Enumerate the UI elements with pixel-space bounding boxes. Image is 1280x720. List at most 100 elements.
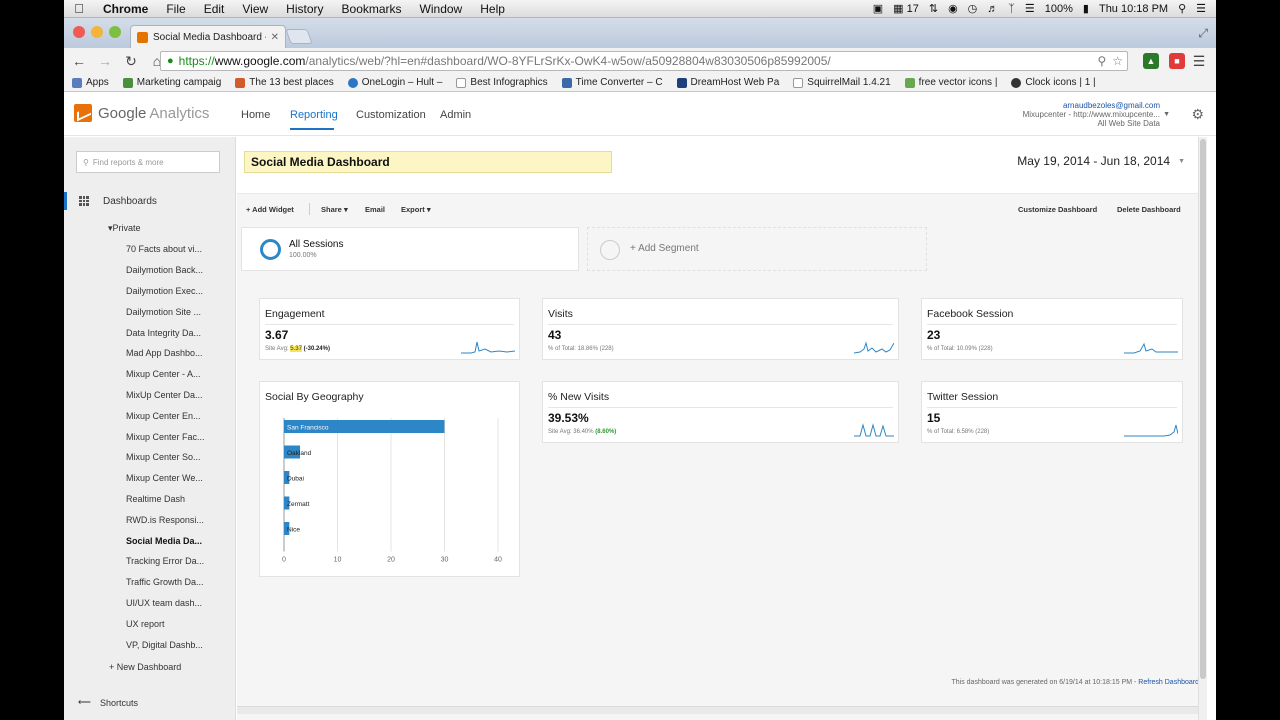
sidebar-dashboard-item[interactable]: Data Integrity Da... [126,322,236,343]
battery-level[interactable]: 100% [1045,3,1073,15]
nav-home[interactable]: Home [241,109,270,121]
sidebar-dashboard-item[interactable]: Mixup Center We... [126,468,236,489]
sidebar-dashboard-item[interactable]: Mad App Dashbo... [126,343,236,364]
bookmark-item[interactable]: Best Infographics [456,77,548,88]
nav-customization[interactable]: Customization [356,109,426,121]
find-reports-input[interactable]: ⚲ Find reports & more [76,151,220,173]
browser-tab-active[interactable]: Social Media Dashboard - ✕ [130,25,286,48]
search-icon[interactable]: ⚲ [1097,54,1106,68]
dashboard-title-input[interactable]: Social Media Dashboard [244,151,612,173]
sidebar-section-shortcuts[interactable]: ⟵ Shortcuts [64,697,236,708]
menu-file[interactable]: File [157,2,194,16]
widget-twitter-session[interactable]: Twitter Session 15 % of Total: 6.58% (22… [921,381,1183,443]
segment-all-sessions[interactable]: All Sessions 100.00% [241,227,579,271]
bookmark-item[interactable]: Marketing campaig [122,77,221,88]
bookmark-item[interactable]: DreamHost Web Pa [676,77,779,88]
menu-bookmarks[interactable]: Bookmarks [333,2,411,16]
window-close-button[interactable] [73,26,85,38]
apple-icon[interactable]:  [64,1,94,16]
sidebar-dashboard-item[interactable]: Mixup Center Fac... [126,426,236,447]
window-zoom-button[interactable] [109,26,121,38]
window-minimize-button[interactable] [91,26,103,38]
sidebar-dashboard-item[interactable]: UI/UX team dash... [126,593,236,614]
signal-icon[interactable]: ⇅ [929,2,938,15]
battery-icon[interactable]: ▮ [1083,2,1089,15]
new-tab-button[interactable] [285,29,313,44]
notification-icon[interactable]: ◉ [948,2,958,15]
add-widget-button[interactable]: + Add Widget [246,205,294,214]
sidebar-dashboard-item[interactable]: 70 Facts about vi... [126,239,236,260]
screen-icon[interactable]: ▣ [873,2,883,15]
spotlight-search-icon[interactable]: ⚲ [1178,2,1186,15]
bluetooth-icon[interactable]: ᛉ [1008,3,1015,15]
bookmark-item[interactable]: Clock icons | 1 | [1011,77,1096,88]
email-button[interactable]: Email [365,205,385,214]
menu-view[interactable]: View [233,2,277,16]
chrome-menu-icon[interactable]: ☰ [1190,53,1208,70]
forward-arrow-icon[interactable]: → [96,53,114,69]
bookmark-item[interactable]: The 13 best places [235,77,334,88]
menu-help[interactable]: Help [471,2,514,16]
tab-close-icon[interactable]: ✕ [271,32,279,43]
extension-red-icon[interactable]: ■ [1169,53,1185,69]
sidebar-group-private[interactable]: ▾Private [108,223,141,234]
sidebar-dashboard-item[interactable]: Social Media Da... [126,530,236,551]
sidebar-dashboard-item[interactable]: Realtime Dash [126,489,236,510]
bookmark-item[interactable]: SquirrelMail 1.4.21 [793,77,891,88]
calendar-icon[interactable]: ▦ 17 [893,2,919,15]
wifi-icon[interactable]: ☰ [1025,2,1035,15]
sidebar-dashboard-item[interactable]: Mixup Center - A... [126,364,236,385]
menu-history[interactable]: History [277,2,332,16]
sidebar-dashboard-item[interactable]: RWD.is Responsi... [126,509,236,530]
address-bar[interactable]: ● https://www.google.com/analytics/web/?… [160,51,1128,71]
date-range-picker[interactable]: May 19, 2014 - Jun 18, 2014 ▼ [1017,154,1185,168]
bookmark-item[interactable]: Time Converter – C [561,77,663,88]
fullscreen-icon[interactable]: ⤢ [1198,26,1208,41]
vertical-scrollbar[interactable] [1198,137,1207,720]
horizontal-scrollbar[interactable] [237,706,1207,714]
clock[interactable]: Thu 10:18 PM [1099,3,1168,15]
sidebar-dashboard-item[interactable]: MixUp Center Da... [126,385,236,406]
bookmark-star-icon[interactable]: ☆ [1112,54,1123,68]
sidebar-dashboard-item[interactable]: Traffic Growth Da... [126,572,236,593]
bookmark-item[interactable]: OneLogin – Hult – [347,77,442,88]
sidebar-dashboard-item[interactable]: Mixup Center En... [126,405,236,426]
notification-center-icon[interactable]: ☰ [1196,2,1206,15]
refresh-dashboard-link[interactable]: Refresh Dashboard [1138,679,1199,686]
bookmark-item[interactable]: free vector icons | [904,77,997,88]
nav-admin[interactable]: Admin [440,109,471,121]
widget-facebook-session[interactable]: Facebook Session 23 % of Total: 10.09% (… [921,298,1183,360]
add-segment-button[interactable]: + Add Segment [587,227,927,271]
gear-icon[interactable]: ⚙ [1191,106,1204,123]
nav-reporting[interactable]: Reporting [290,109,338,121]
volume-icon[interactable]: ♬ [987,3,998,15]
sidebar-dashboard-item[interactable]: Dailymotion Site ... [126,301,236,322]
account-switcher[interactable]: arnaudbezoles@gmail.com Mixupcenter - ht… [1023,101,1170,128]
sidebar-dashboard-item[interactable]: Mixup Center So... [126,447,236,468]
scrollbar-thumb[interactable] [1200,139,1206,679]
customize-dashboard-button[interactable]: Customize Dashboard [1018,205,1097,214]
timer-icon[interactable]: ◷ [968,2,978,15]
sidebar-dashboard-item[interactable]: Dailymotion Back... [126,260,236,281]
widget-new-visits[interactable]: % New Visits 39.53% Site Avg: 36.40% (8.… [542,381,899,443]
sidebar-section-dashboards[interactable]: Dashboards [64,192,236,210]
share-button[interactable]: Share ▾ [321,205,348,214]
widget-visits[interactable]: Visits 43 % of Total: 18.86% (228) [542,298,899,360]
menu-window[interactable]: Window [411,2,472,16]
new-dashboard-link[interactable]: + New Dashboard [109,662,181,672]
sidebar-dashboard-item[interactable]: VP, Digital Dashb... [126,634,236,655]
sidebar-dashboard-item[interactable]: Tracking Error Da... [126,551,236,572]
export-button[interactable]: Export ▾ [401,205,431,214]
widget-social-by-geography[interactable]: Social By Geography 0 10 20 30 40 San Francis… [259,381,520,577]
widget-engagement[interactable]: Engagement 3.67 Site Avg: 5.37 (-30.24%) [259,298,520,360]
extension-shield-icon[interactable]: ▲ [1143,53,1159,69]
sidebar-dashboard-item[interactable]: Dailymotion Exec... [126,281,236,302]
delete-dashboard-button[interactable]: Delete Dashboard [1117,205,1181,214]
menu-edit[interactable]: Edit [195,2,234,16]
sidebar-dashboard-item[interactable]: UX report [126,613,236,634]
menu-app-name[interactable]: Chrome [94,2,157,16]
bookmark-item[interactable]: Apps [72,77,109,88]
google-analytics-logo[interactable]: Google Analytics [74,104,209,122]
reload-icon[interactable]: ↻ [122,53,140,70]
back-arrow-icon[interactable]: ← [70,53,88,69]
